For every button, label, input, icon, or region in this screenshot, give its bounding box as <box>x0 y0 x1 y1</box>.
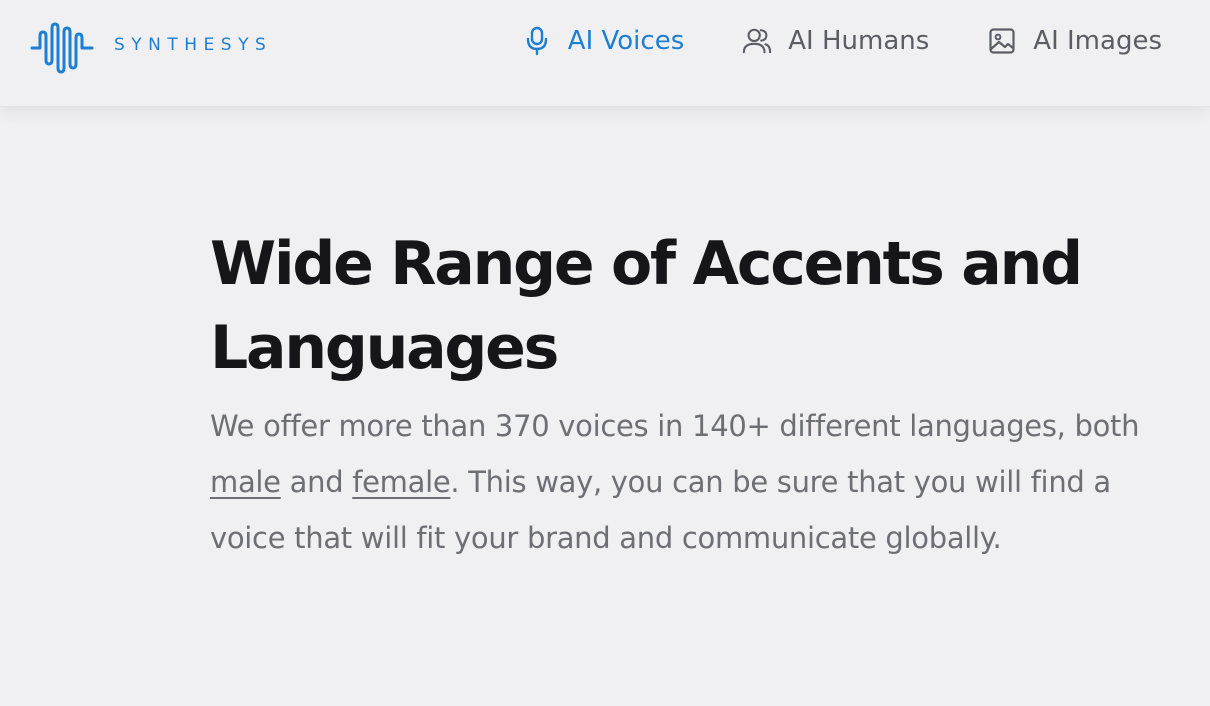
nav-item-ai-humans[interactable]: AI Humans <box>742 26 929 56</box>
synthesys-logo[interactable]: SYNTHESYS <box>30 22 272 74</box>
description-text: We offer more than 370 voices in 140+ di… <box>210 409 1140 443</box>
users-icon <box>742 26 772 56</box>
image-icon <box>987 26 1017 56</box>
male-voices-link[interactable]: male <box>210 465 281 499</box>
waveform-logo-icon <box>30 22 94 74</box>
female-voices-link[interactable]: female <box>352 465 450 499</box>
hero-description: We offer more than 370 voices in 140+ di… <box>210 398 1170 566</box>
page-title: Wide Range of Accents and Languages <box>210 229 1083 383</box>
nav-item-label: AI Images <box>1033 26 1162 56</box>
description-text: and <box>280 465 353 499</box>
brand-name: SYNTHESYS <box>114 35 273 55</box>
hero-section: Wide Range of Accents and Languages We o… <box>210 222 1170 566</box>
microphone-icon <box>522 26 552 56</box>
nav-item-ai-voices[interactable]: AI Voices <box>522 26 684 56</box>
nav-item-label: AI Voices <box>567 26 685 56</box>
nav-item-label: AI Humans <box>788 26 930 56</box>
main-nav: AI Voices AI Humans AI Images <box>522 26 1162 56</box>
top-navigation-bar: SYNTHESYS AI Voices AI Humans AI Images <box>0 0 1210 107</box>
nav-item-ai-images[interactable]: AI Images <box>987 26 1162 56</box>
